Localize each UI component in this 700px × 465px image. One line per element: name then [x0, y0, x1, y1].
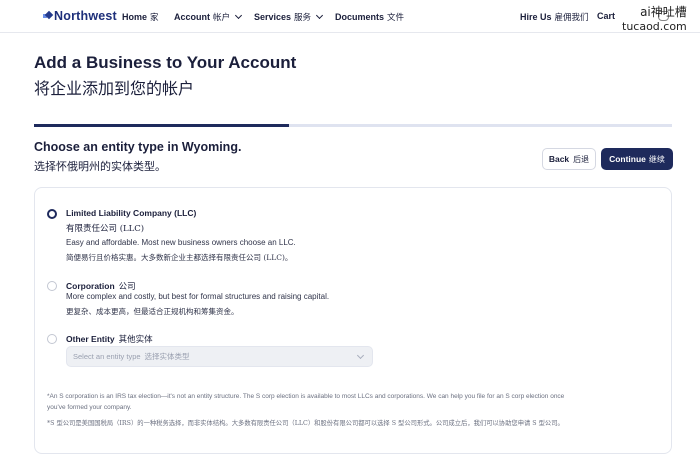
page-title: Add a Business to Your Account [34, 53, 297, 72]
nav-documents-label-cn: 文件 [387, 13, 405, 23]
nav-account-label-cn: 帐户 [213, 13, 231, 23]
nav-services[interactable]: Services 服务 [254, 11, 324, 23]
logo-mark-icon [43, 12, 52, 21]
step-title-cn: 选择怀俄明州的实体类型。 [34, 160, 166, 173]
option-other-entity-label-cn: 其他实体 [118, 335, 153, 345]
entity-type-select[interactable]: Select an entity type 选择实体类型 [66, 346, 373, 367]
option-other-entity-label: Other Entity [66, 334, 115, 344]
nav-account[interactable]: Account 帐户 [174, 11, 243, 23]
nav-home-label: Home [122, 12, 148, 22]
footnote-line1: *An S corporation is an IRS tax election… [47, 393, 565, 400]
option-label: Limited Liability Company (LLC) [66, 208, 196, 218]
nav-documents[interactable]: Documents 文件 [335, 11, 404, 23]
watermark-line1: ai神吐槽 [640, 5, 687, 19]
radio-button[interactable] [47, 334, 57, 344]
option-corporation-label: Corporation [66, 281, 115, 291]
logo-text: Northwest [54, 9, 117, 23]
nav-cart[interactable]: Cart [597, 11, 615, 21]
footnote-line2: you've formed your company. [47, 404, 132, 411]
nav-home-label-cn: 家 [150, 13, 159, 23]
option-llc-desc-cn: 简便易行且价格实惠。大多数新企业主都选择有限责任公司 (LLC)。 [66, 253, 293, 262]
back-button-label: Back [548, 154, 570, 164]
watermark: ai神吐槽 tucaod.com [622, 5, 687, 34]
nav-cart-label: Cart [597, 11, 616, 21]
nav-services-label-cn: 服务 [294, 13, 312, 23]
nav-hire-us-label-cn: 雇佣我们 [554, 13, 589, 23]
radio-button[interactable] [47, 281, 57, 291]
select-placeholder-cn: 选择实体类型 [144, 352, 190, 361]
chevron-down-icon [234, 11, 243, 20]
watermark-line2: tucaod.com [622, 20, 687, 33]
nav-documents-label: Documents [335, 12, 385, 22]
top-nav: Northwest Home 家 Account 帐户 Services 服务 … [0, 0, 700, 33]
option-llc-label-cn: 有限责任公司 (LLC) [66, 224, 145, 234]
option-llc-desc: Easy and affordable. Most new business o… [66, 238, 296, 247]
progress-fill [34, 124, 290, 127]
option-corporation-desc: More complex and costly, but best for fo… [66, 292, 330, 301]
option-label: Other Entity 其他实体 [66, 333, 153, 345]
progress-bar [34, 124, 672, 127]
radio-button[interactable] [47, 209, 57, 219]
nav-hire-us[interactable]: Hire Us 雇佣我们 [520, 11, 589, 23]
back-button-label-cn: 后退 [573, 154, 590, 164]
nav-account-label: Account [174, 12, 210, 22]
northwest-logo[interactable]: Northwest [43, 9, 117, 23]
nav-hire-us-label: Hire Us [520, 12, 552, 22]
option-corporation-desc-cn: 更复杂、成本更高，但最适合正规机构和筹集资金。 [66, 307, 239, 316]
continue-button[interactable]: Continue 继续 [601, 148, 673, 170]
nav-services-label: Services [254, 12, 292, 22]
option-corporation-label-cn: 公司 [118, 282, 136, 292]
entity-options-card: Limited Liability Company (LLC) 有限责任公司 (… [34, 187, 672, 454]
chevron-down-icon [316, 11, 324, 20]
back-button[interactable]: Back 后退 [542, 148, 596, 170]
continue-button-label: Continue [609, 154, 646, 164]
continue-button-label-cn: 继续 [648, 154, 665, 164]
select-placeholder: Select an entity type [73, 352, 141, 361]
nav-home[interactable]: Home 家 [122, 11, 159, 23]
footnote-cn: *S 型公司是美国国税局（IRS）的一种税务选择，而非实体结构。大多数有限责任公… [47, 420, 564, 427]
chevron-down-icon [356, 351, 365, 360]
page-title-cn: 将企业添加到您的帐户 [34, 79, 195, 98]
option-llc-label: Limited Liability Company (LLC) [66, 208, 197, 218]
option-label: Corporation 公司 [66, 280, 136, 292]
step-title: Choose an entity type in Wyoming. [34, 140, 242, 154]
